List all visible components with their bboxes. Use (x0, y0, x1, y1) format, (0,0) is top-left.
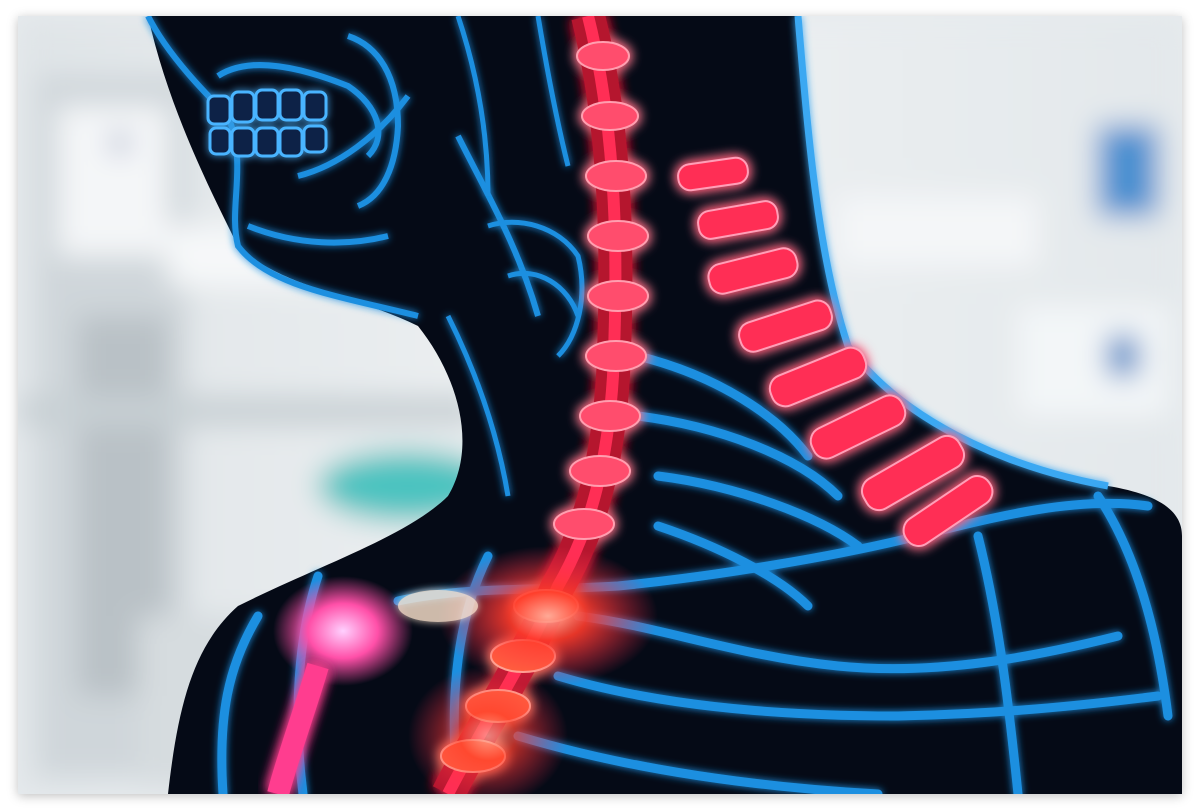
xray-illustration (18, 16, 1182, 794)
photo-frame (18, 16, 1182, 794)
